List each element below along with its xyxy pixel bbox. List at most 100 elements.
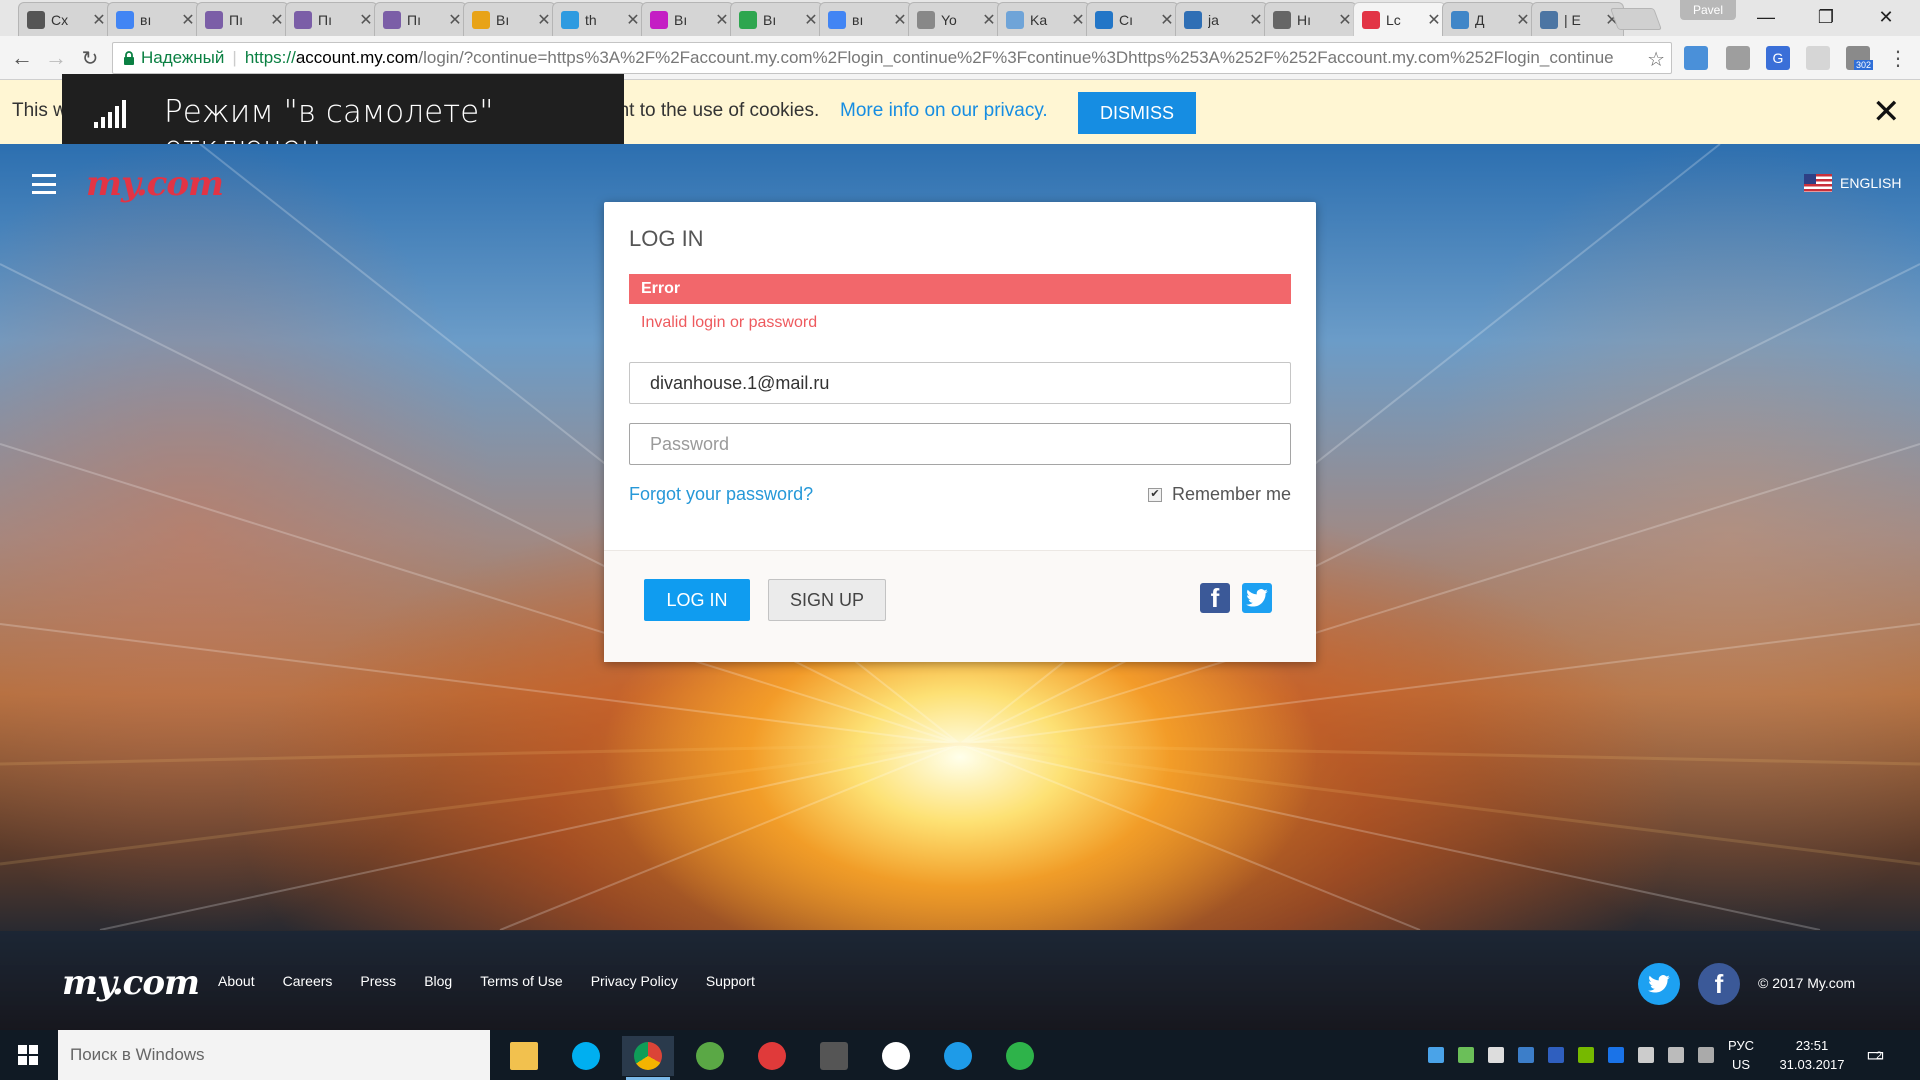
taskbar-search-field[interactable]: Поиск в Windows (58, 1030, 490, 1080)
globe-app-icon[interactable] (684, 1036, 736, 1076)
atom-app-icon[interactable] (994, 1036, 1046, 1076)
browser-tab[interactable]: Yo ✕ (908, 2, 1001, 36)
browser-tab[interactable]: Пı ✕ (374, 2, 467, 36)
file-explorer-icon[interactable] (498, 1036, 550, 1076)
footer-link-press[interactable]: Press (360, 973, 396, 989)
browser-tab[interactable]: Сı ✕ (1086, 2, 1179, 36)
action-center-icon[interactable]: ▭ 2 (1866, 1042, 1885, 1067)
profile-button[interactable]: Pavel (1680, 0, 1736, 20)
forward-button[interactable]: → (42, 44, 70, 72)
bookmark-star-icon[interactable]: ☆ (1641, 47, 1665, 72)
footer-link-privacy[interactable]: Privacy Policy (591, 973, 678, 989)
footer-logo[interactable]: my.com (62, 963, 200, 1003)
privacy-link[interactable]: More info on our privacy. (840, 100, 1048, 122)
browser-tab[interactable]: Ka ✕ (997, 2, 1090, 36)
tab-close-icon[interactable]: ✕ (804, 10, 818, 30)
google-translate-icon[interactable]: G (1766, 46, 1790, 70)
browser-tab[interactable]: Пı ✕ (196, 2, 289, 36)
tab-close-icon[interactable]: ✕ (715, 10, 729, 30)
new-tab-button[interactable] (1609, 8, 1663, 30)
browser-tab[interactable]: вı ✕ (819, 2, 912, 36)
tray-shield-icon[interactable] (1488, 1047, 1504, 1063)
battery-icon[interactable] (1638, 1047, 1654, 1063)
windows-start-icon[interactable] (0, 1030, 56, 1080)
volume-muted-icon[interactable] (1698, 1047, 1714, 1063)
password-field[interactable] (629, 423, 1291, 465)
tab-close-icon[interactable]: ✕ (1160, 10, 1174, 30)
browser-tab[interactable]: Вı ✕ (463, 2, 556, 36)
forgot-password-link[interactable]: Forgot your password? (629, 484, 813, 505)
signup-button[interactable]: SIGN UP (768, 579, 886, 621)
github-icon[interactable] (870, 1036, 922, 1076)
remember-me[interactable]: ✔ Remember me (1147, 484, 1291, 505)
tray-network-icon[interactable] (1518, 1047, 1534, 1063)
browser-tab[interactable]: th ✕ (552, 2, 645, 36)
footer-link-terms[interactable]: Terms of Use (480, 973, 562, 989)
language-selector[interactable]: ENGLISH (1804, 174, 1901, 192)
wifi-icon[interactable] (1668, 1047, 1684, 1063)
browser-tab[interactable]: | E ✕ (1531, 2, 1624, 36)
extension-blank-icon[interactable] (1806, 46, 1830, 70)
facebook-icon[interactable]: f (1698, 963, 1740, 1005)
tab-close-icon[interactable]: ✕ (92, 10, 106, 30)
footer-link-blog[interactable]: Blog (424, 973, 452, 989)
browser-tab[interactable]: Hı ✕ (1264, 2, 1357, 36)
login-button[interactable]: LOG IN (644, 579, 750, 621)
tab-close-icon[interactable]: ✕ (270, 10, 284, 30)
extension-counter-icon[interactable]: 302 (1846, 46, 1874, 70)
tray-cloud-icon[interactable] (1458, 1047, 1474, 1063)
mycom-logo[interactable]: my.com (86, 164, 224, 204)
tab-close-icon[interactable]: ✕ (626, 10, 640, 30)
close-window-button[interactable]: ✕ (1856, 0, 1916, 34)
footer-link-careers[interactable]: Careers (283, 973, 333, 989)
tab-close-icon[interactable]: ✕ (893, 10, 907, 30)
media-app-icon[interactable] (808, 1036, 860, 1076)
facebook-login-icon[interactable]: f (1200, 583, 1230, 613)
tab-close-icon[interactable]: ✕ (1249, 10, 1263, 30)
reload-button[interactable]: ↻ (76, 44, 104, 72)
browser-tab[interactable]: Д ✕ (1442, 2, 1535, 36)
tab-close-icon[interactable]: ✕ (982, 10, 996, 30)
tab-close-icon[interactable]: ✕ (1427, 10, 1441, 30)
tab-close-icon[interactable]: ✕ (1071, 10, 1085, 30)
tab-close-icon[interactable]: ✕ (181, 10, 195, 30)
input-language-indicator[interactable]: РУС US (1728, 1036, 1754, 1074)
footer-link-support[interactable]: Support (706, 973, 755, 989)
browser-tab[interactable]: Lc ✕ (1353, 2, 1446, 36)
nvidia-icon[interactable] (1578, 1047, 1594, 1063)
dismiss-button[interactable]: DISMISS (1078, 92, 1196, 134)
tab-close-icon[interactable]: ✕ (1338, 10, 1352, 30)
skype-icon[interactable] (560, 1036, 612, 1076)
restore-button[interactable]: ❐ (1796, 0, 1856, 34)
address-bar[interactable]: Надежный | https://account.my.com/login/… (112, 42, 1672, 74)
chrome-menu-icon[interactable]: ⋮ (1884, 44, 1912, 72)
bluetooth-icon[interactable] (1548, 1047, 1564, 1063)
record-app-icon[interactable] (746, 1036, 798, 1076)
footer-link-about[interactable]: About (218, 973, 255, 989)
back-button[interactable]: ← (8, 44, 36, 72)
twitter-icon[interactable] (1638, 963, 1680, 1005)
browser-tab[interactable]: Пı ✕ (285, 2, 378, 36)
cloud-app-icon[interactable] (932, 1036, 984, 1076)
minimize-button[interactable]: — (1736, 0, 1796, 34)
browser-tab[interactable]: Сх ✕ (18, 2, 111, 36)
browser-tab[interactable]: Вı ✕ (730, 2, 823, 36)
close-icon[interactable]: ✕ (1872, 92, 1901, 132)
tab-close-icon[interactable]: ✕ (448, 10, 462, 30)
tab-close-icon[interactable]: ✕ (359, 10, 373, 30)
extension-translate-icon[interactable] (1684, 46, 1708, 70)
remember-checkbox[interactable]: ✔ (1147, 487, 1162, 502)
tab-close-icon[interactable]: ✕ (1516, 10, 1530, 30)
email-field[interactable] (629, 362, 1291, 404)
extension-grid-icon[interactable] (1726, 46, 1750, 70)
chrome-taskbar-icon[interactable] (622, 1036, 674, 1080)
twitter-login-icon[interactable] (1242, 583, 1272, 613)
tab-close-icon[interactable]: ✕ (537, 10, 551, 30)
hamburger-menu-icon[interactable] (32, 174, 56, 194)
browser-tab[interactable]: Вı ✕ (641, 2, 734, 36)
browser-tab[interactable]: вı ✕ (107, 2, 200, 36)
browser-tab[interactable]: ja ✕ (1175, 2, 1268, 36)
tray-app-icon[interactable] (1428, 1047, 1444, 1063)
tray-w-icon[interactable] (1608, 1047, 1624, 1063)
taskbar-clock[interactable]: 23:51 31.03.2017 (1772, 1036, 1852, 1074)
